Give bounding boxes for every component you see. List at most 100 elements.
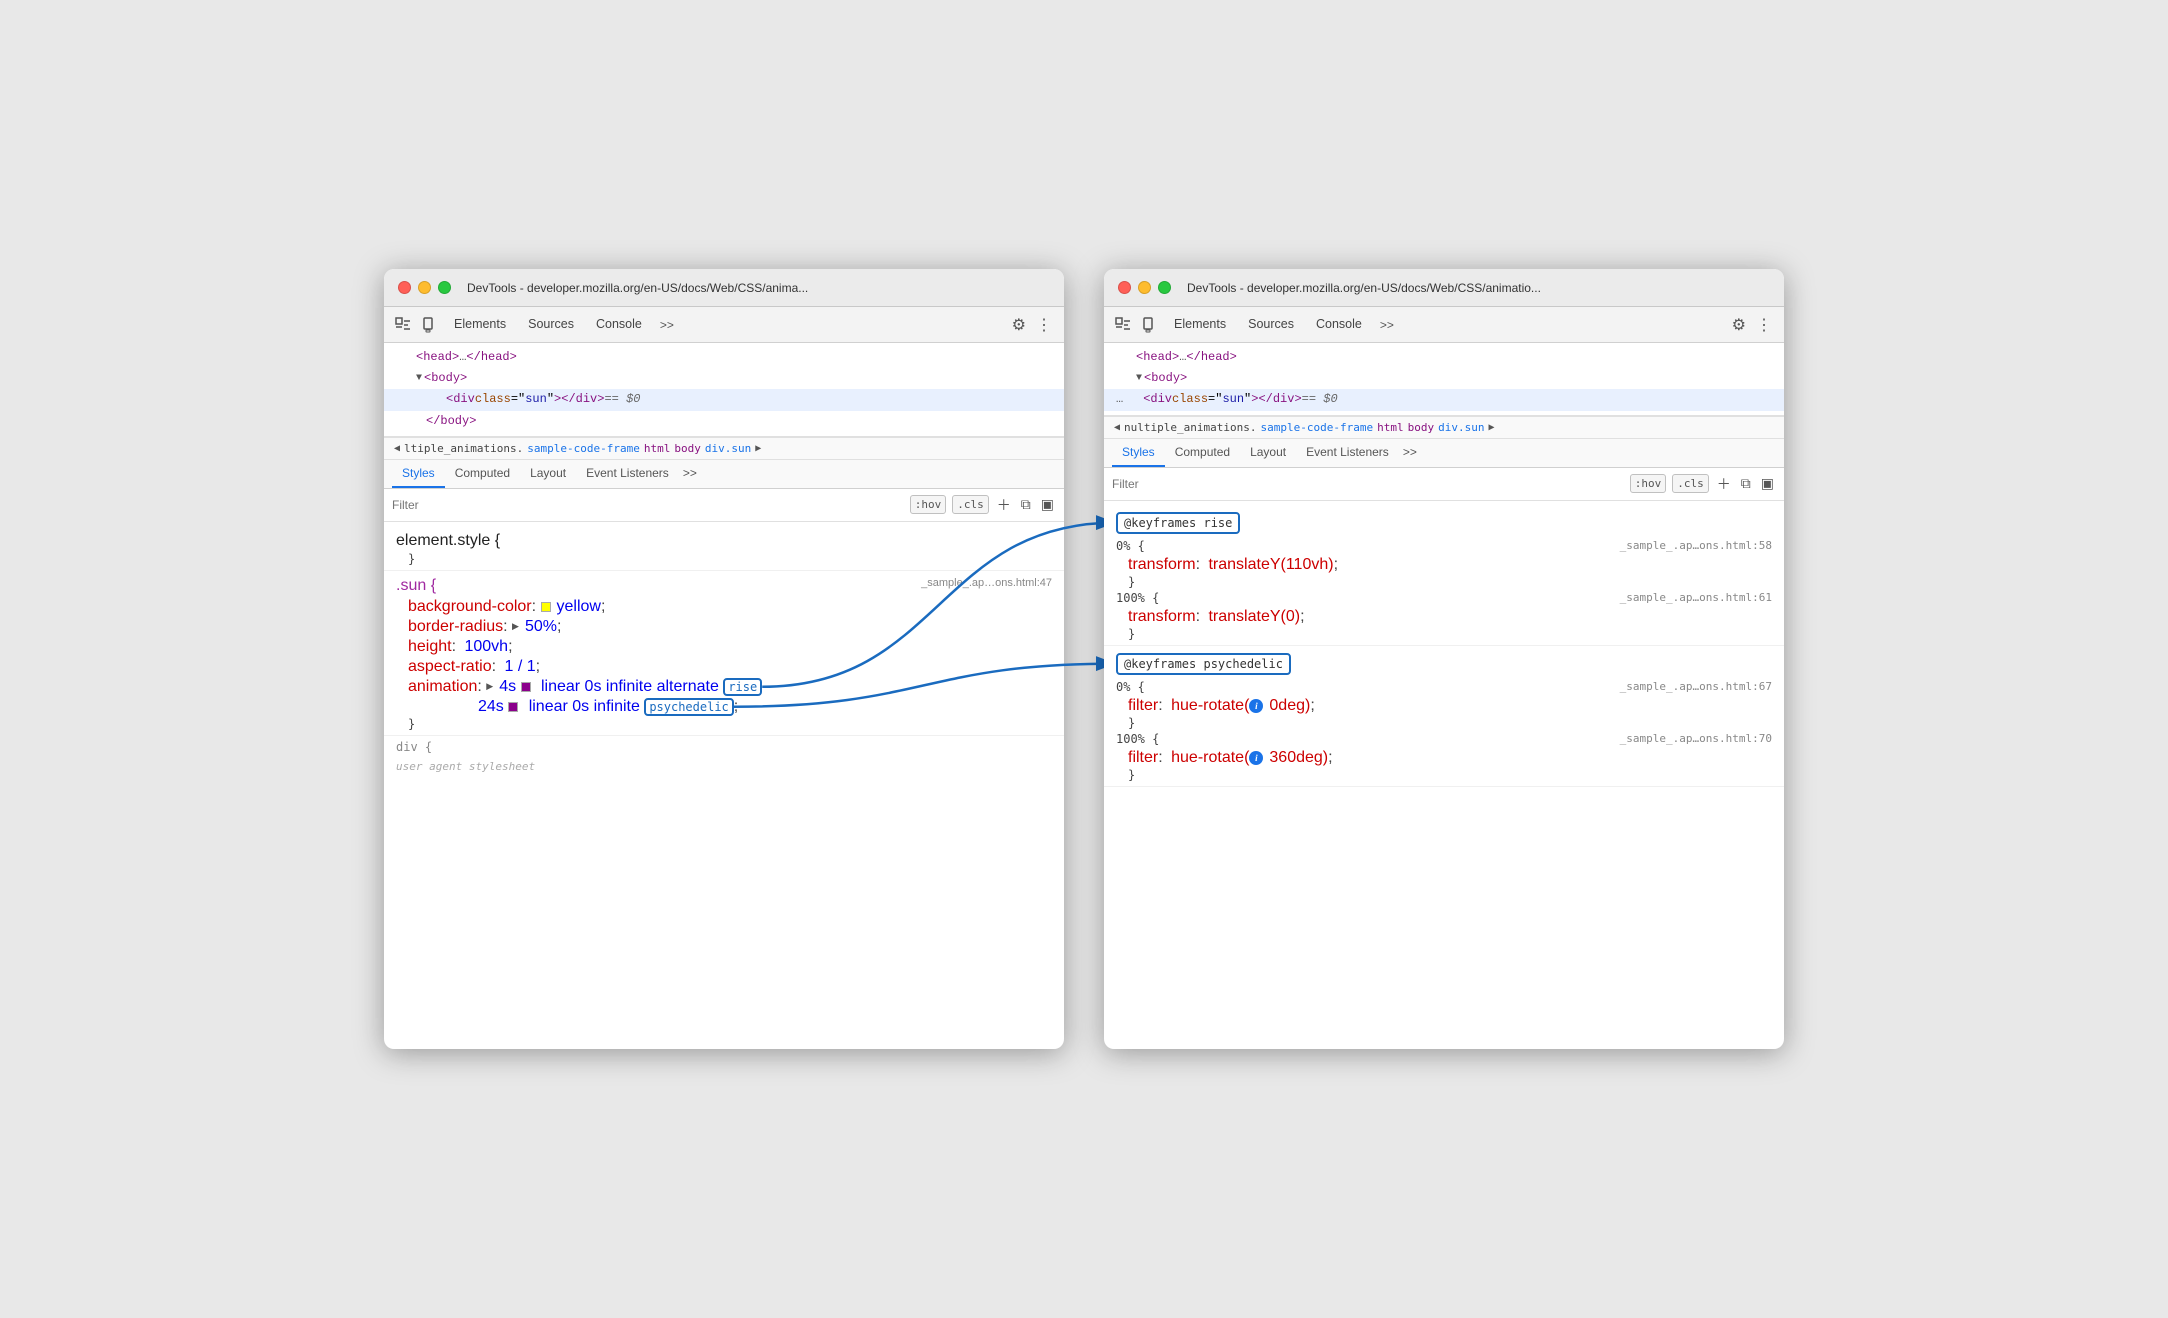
sub-tab-eventlisteners-left[interactable]: Event Listeners [576,460,679,488]
breadcrumb-tag-divsun[interactable]: div.sun [705,442,751,455]
inspect-icon[interactable] [392,314,414,336]
maximize-button[interactable] [438,281,451,294]
tab-console-right[interactable]: Console [1306,311,1372,339]
sub-tab-layout-left[interactable]: Layout [520,460,576,488]
breadcrumb-tag-html-right[interactable]: html [1377,421,1404,434]
sub-tab-eventlisteners-right[interactable]: Event Listeners [1296,439,1399,467]
keyframe-rise-0-prop: transform : translateY(110vh) ; [1104,555,1784,575]
maximize-button-right[interactable] [1158,281,1171,294]
keyframes-rise-block: @keyframes rise 0% { _sample_.ap…ons.htm… [1104,505,1784,646]
filter-input-left[interactable] [392,498,904,512]
css-prop-animation-rise: animation : ▶ 4s linear 0s infinite alte… [384,677,1064,697]
breadcrumb-right: ◀ nultiple_animations.sample-code-frame … [1104,416,1784,439]
breadcrumb-back-icon-right[interactable]: ◀ [1114,422,1120,433]
color-swatch-yellow [541,602,551,612]
close-button[interactable] [398,281,411,294]
breadcrumb-classname-right[interactable]: sample-code-frame [1260,421,1373,434]
cls-button-left[interactable]: .cls [952,495,989,514]
minimize-button[interactable] [418,281,431,294]
inspect-icon-right[interactable] [1112,314,1134,336]
breadcrumb-tag-body[interactable]: body [674,442,701,455]
at-keyframes-rise-header: @keyframes rise [1104,509,1784,537]
breadcrumb-tag-html[interactable]: html [644,442,671,455]
settings-icon-left[interactable]: ⚙ [1008,311,1030,339]
tab-sources-left[interactable]: Sources [518,311,584,339]
css-selector: element.style { [396,532,500,550]
close-button-right[interactable] [1118,281,1131,294]
expand-icon-animation[interactable]: ▶ [486,681,493,692]
hov-button-right[interactable]: :hov [1630,474,1667,493]
psychedelic-keyword[interactable]: psychedelic [644,698,733,716]
keyframes-rise-name[interactable]: @keyframes rise [1116,512,1240,534]
more-tabs-left[interactable]: >> [654,314,680,336]
css-rules-left: element.style { } .sun { _sample_.ap…ons… [384,522,1064,779]
layout-icon-left[interactable]: ▣ [1039,494,1056,515]
sub-tab-computed-right[interactable]: Computed [1165,439,1240,467]
keyframes-psychedelic-block: @keyframes psychedelic 0% { _sample_.ap…… [1104,646,1784,787]
plus-icon-left[interactable]: ＋ [995,493,1013,517]
window-title-left: DevTools - developer.mozilla.org/en-US/d… [467,281,808,295]
breadcrumb-tag-divsun-right[interactable]: div.sun [1438,421,1484,434]
filter-bar-left: :hov .cls ＋ ⧉ ▣ [384,489,1064,522]
breadcrumb-forward-icon[interactable]: ▶ [755,443,761,454]
at-keyframes-psychedelic-header: @keyframes psychedelic [1104,650,1784,678]
tree-line-selected-right[interactable]: … <div class="sun" ></div> == $0 [1104,389,1784,410]
device-icon[interactable] [418,314,440,336]
tree-line-r: <head> … </head> [1104,347,1784,368]
filter-bar-right: :hov .cls ＋ ⧉ ▣ [1104,468,1784,501]
expand-icon[interactable]: ▶ [512,621,519,632]
device-icon-right[interactable] [1138,314,1160,336]
css-rule-sun: .sun { _sample_.ap…ons.html:47 backgroun… [384,571,1064,736]
traffic-lights-right [1118,281,1171,294]
sub-tab-computed-left[interactable]: Computed [445,460,520,488]
css-file-ref-sun: _sample_.ap…ons.html:47 [921,577,1052,595]
breadcrumb-tag-body-right[interactable]: body [1408,421,1435,434]
copy-icon-right[interactable]: ⧉ [1739,473,1753,494]
ellipsis-button[interactable]: … [1116,390,1123,409]
traffic-lights-left [398,281,451,294]
user-agent-hint: user agent stylesheet [384,758,1064,775]
tab-console-left[interactable]: Console [586,311,652,339]
copy-icon-left[interactable]: ⧉ [1019,494,1033,515]
sub-tab-more-left[interactable]: >> [679,460,701,488]
css-rule-element-style: element.style { } [384,526,1064,571]
layout-icon-right[interactable]: ▣ [1759,473,1776,494]
css-close-brace: } [384,717,1064,731]
tab-elements-right[interactable]: Elements [1164,311,1236,339]
cls-button-right[interactable]: .cls [1672,474,1709,493]
keyframes-psychedelic-name[interactable]: @keyframes psychedelic [1116,653,1291,675]
keyframe-psy-100-prop: filter : hue-rotate( i 360deg) ; [1104,748,1784,768]
filter-input-right[interactable] [1112,477,1624,491]
sub-tabs-left: Styles Computed Layout Event Listeners >… [384,460,1064,489]
info-icon: i [1249,699,1263,713]
css-selector-sun: .sun { [396,577,436,595]
html-tree-left: <head> … </head> ▼ <body> <div class="su… [384,343,1064,437]
breadcrumb-filename-right: nultiple_animations. [1124,421,1256,434]
breadcrumb-classname[interactable]: sample-code-frame [527,442,640,455]
css-prop-aspectratio: aspect-ratio : 1 / 1 ; [384,657,1064,677]
hov-button-left[interactable]: :hov [910,495,947,514]
brace-close2: } [1104,627,1784,641]
css-prop-bg: background-color : yellow ; [384,597,1064,617]
keyframe-0pct-rise: 0% { _sample_.ap…ons.html:58 [1104,537,1784,555]
html-tree-right: <head> … </head> ▼ <body> … <div class="… [1104,343,1784,416]
tree-line-selected[interactable]: <div class="sun" ></div> == $0 [384,389,1064,410]
settings-icon-right[interactable]: ⚙ [1728,311,1750,339]
breadcrumb-forward-icon-right[interactable]: ▶ [1488,422,1494,433]
tab-elements-left[interactable]: Elements [444,311,516,339]
sub-tab-layout-right[interactable]: Layout [1240,439,1296,467]
more-options-icon-left[interactable]: ⋮ [1032,311,1056,339]
devtools-window-right: DevTools - developer.mozilla.org/en-US/d… [1104,269,1784,1049]
sub-tab-styles-right[interactable]: Styles [1112,439,1165,467]
more-tabs-right[interactable]: >> [1374,314,1400,336]
sub-tab-styles-left[interactable]: Styles [392,460,445,488]
more-options-icon-right[interactable]: ⋮ [1752,311,1776,339]
brace-close: } [1104,575,1784,589]
plus-icon-right[interactable]: ＋ [1715,472,1733,496]
breadcrumb-back-icon[interactable]: ◀ [394,443,400,454]
sub-tab-more-right[interactable]: >> [1399,439,1421,467]
rise-keyword[interactable]: rise [723,678,762,696]
tab-sources-right[interactable]: Sources [1238,311,1304,339]
minimize-button-right[interactable] [1138,281,1151,294]
css-prop-height: height : 100vh ; [384,637,1064,657]
